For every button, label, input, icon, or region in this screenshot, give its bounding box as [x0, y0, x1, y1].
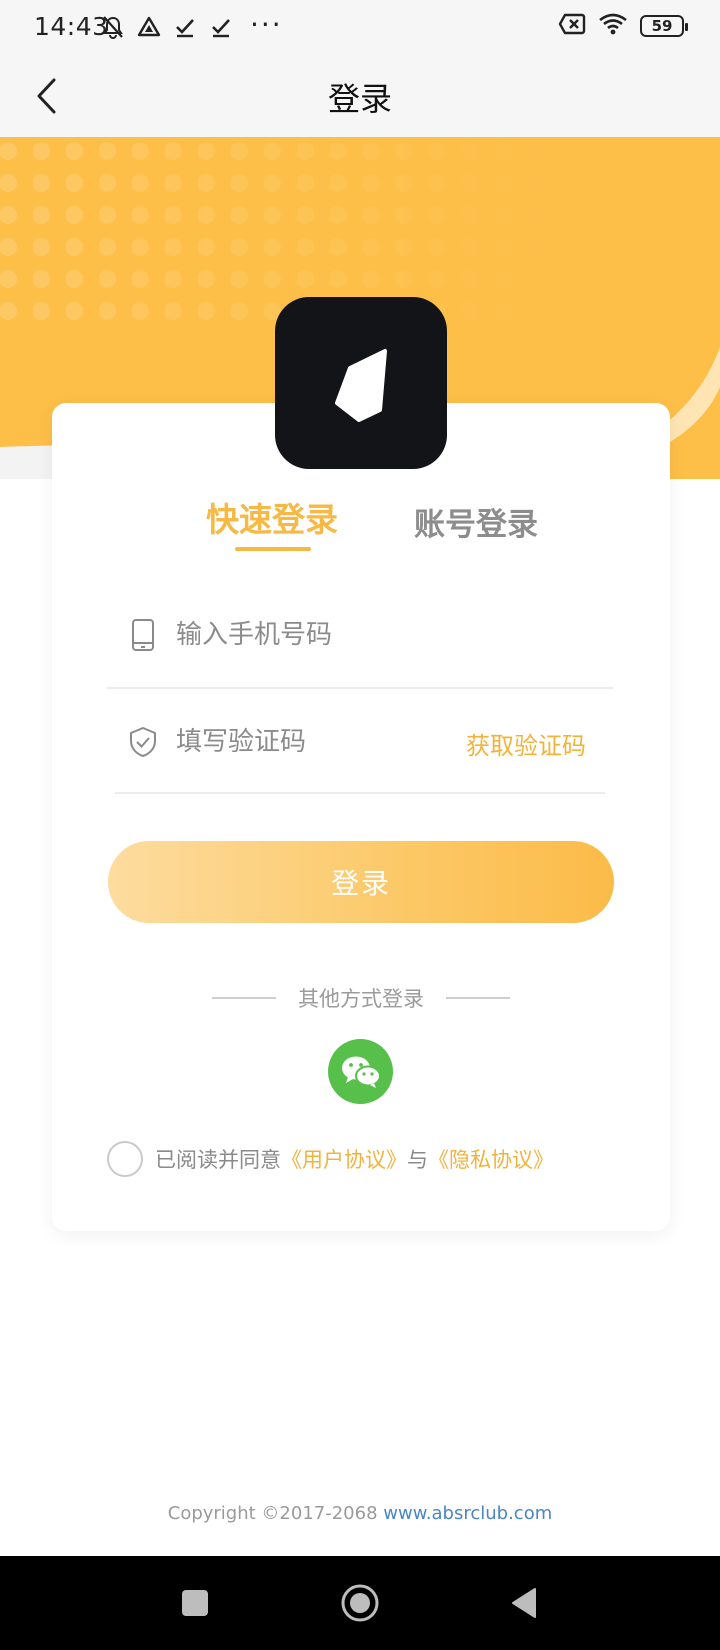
system-back-button[interactable] [484, 1556, 564, 1650]
system-nav-bar [0, 1556, 720, 1650]
divider [107, 687, 614, 689]
other-login-label: 其他方式登录 [298, 987, 424, 1011]
agreement-text: 已阅读并同意 [155, 1148, 281, 1172]
check-icon [172, 14, 198, 40]
other-login-divider: 其他方式登录 [212, 980, 510, 1016]
recents-button[interactable] [155, 1556, 235, 1650]
site-link[interactable]: www.absrclub.com [383, 1503, 552, 1524]
battery-icon: 59 [640, 15, 688, 37]
drive-icon [136, 14, 162, 40]
get-code-button[interactable]: 获取验证码 [466, 726, 586, 761]
agreement-checkbox[interactable] [107, 1141, 143, 1177]
divider-line [446, 997, 510, 999]
phone-field-row [128, 605, 608, 665]
home-button[interactable] [320, 1556, 400, 1650]
app-logo [275, 297, 447, 469]
agreement-conjunction: 与 [407, 1148, 428, 1172]
page-title: 登录 [327, 80, 392, 118]
more-notifications-icon: ··· [250, 8, 283, 41]
shield-check-icon [128, 724, 158, 760]
status-bar: 14:43 ··· 59 [0, 0, 720, 56]
wifi-icon [598, 13, 628, 39]
logo-icon [335, 349, 387, 422]
copyright: Copyright ©2017-2068 www.absrclub.com [0, 1503, 720, 1524]
copyright-text: Copyright ©2017-2068 [167, 1503, 384, 1524]
status-icons-left [100, 12, 234, 42]
phone-input[interactable] [176, 620, 476, 650]
wechat-login-button[interactable] [328, 1039, 393, 1104]
login-page: 14:43 ··· 59 登录 快速登录 账号登录 输入手机号码 填写验证码 获… [0, 0, 720, 1650]
home-icon [341, 1584, 379, 1622]
recents-icon [182, 1590, 208, 1616]
status-time: 14:43 [34, 12, 109, 41]
login-button[interactable]: 登录 [108, 841, 614, 923]
bell-off-icon [100, 14, 126, 40]
phone-icon [128, 617, 158, 653]
back-triangle-icon [512, 1588, 536, 1618]
tab-quick-login[interactable]: 快速登录 [206, 493, 338, 541]
wechat-icon [341, 1056, 381, 1088]
tab-account-login[interactable]: 账号登录 [414, 499, 538, 544]
divider-line [212, 997, 276, 999]
check-icon [208, 14, 234, 40]
login-tabs: 快速登录 账号登录 [0, 493, 720, 553]
privacy-agreement-link[interactable]: 《隐私协议》 [428, 1144, 554, 1174]
status-icons-right: 59 [558, 13, 688, 39]
agreement-row: 已阅读并同意 《用户协议》 与 《隐私协议》 [107, 1139, 554, 1179]
active-tab-indicator [235, 547, 311, 551]
verification-code-input[interactable] [176, 727, 426, 757]
app-header: 登录 [0, 56, 720, 137]
user-agreement-link[interactable]: 《用户协议》 [281, 1144, 407, 1174]
no-sim-icon [558, 13, 586, 39]
divider [115, 792, 605, 794]
